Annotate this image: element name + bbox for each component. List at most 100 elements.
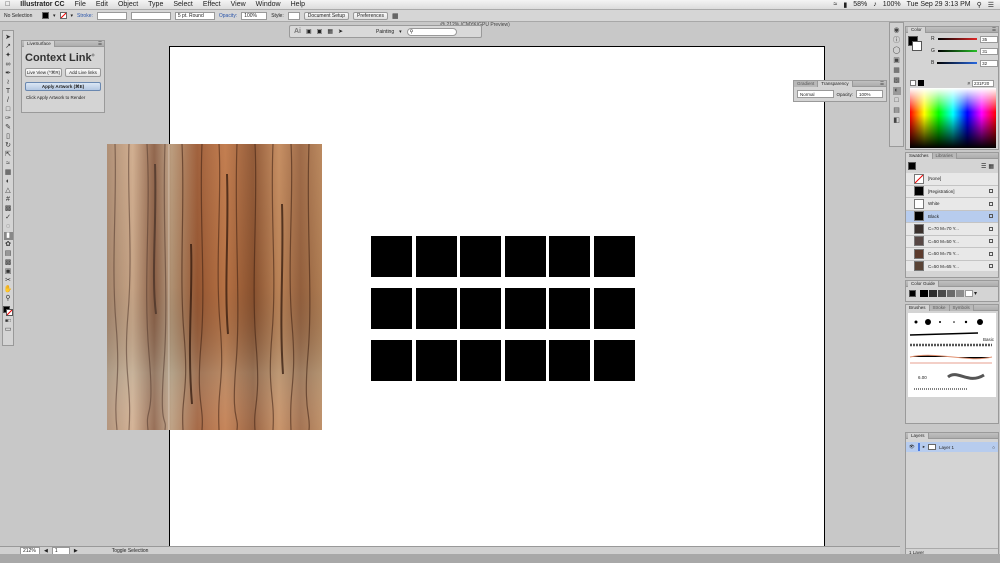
list-item[interactable]: C=50 M=75 Y... [906,248,998,261]
menu-object[interactable]: Object [113,1,143,8]
gradient-panel-icon[interactable]: ▩ [893,77,901,85]
apply-artwork-button[interactable]: Apply Artwork (⌘E) [25,82,101,91]
target-icon[interactable]: ○ [992,445,995,450]
grid-cell[interactable] [416,340,457,381]
free-transform-tool-icon[interactable]: ▦ [4,169,13,177]
stroke-swatch[interactable] [59,12,67,19]
tab-brushes[interactable]: Brushes [906,304,930,311]
live-view-button[interactable]: Live View (^⌘R) [25,68,62,77]
mesh-tool-icon[interactable]: # [4,196,13,204]
align-panel-icon[interactable]: ▤ [893,107,901,115]
grid-cell[interactable] [549,340,590,381]
battery-icon[interactable]: ▮ [843,1,847,9]
green-value[interactable]: 31 [980,47,998,55]
grid-cell[interactable] [505,340,546,381]
screen-mode-icon[interactable]: ▭ [4,326,13,334]
grid-cell[interactable] [505,288,546,329]
paintbrush-tool-icon[interactable]: ✑ [4,115,13,123]
workspace-switcher[interactable]: Painting [376,29,394,35]
menu-help[interactable]: Help [286,1,310,8]
list-item[interactable]: C=50 M=65 Y... [906,261,998,271]
wifi-icon[interactable]: ≈ [834,1,838,8]
layer-name[interactable]: Layer 1 [939,445,954,450]
grid-cell[interactable] [594,288,635,329]
blue-slider[interactable] [937,62,978,64]
list-item[interactable]: [Registration] [906,186,998,198]
chevron-down-icon[interactable]: ▾ [71,13,74,19]
tab-color[interactable]: Color [908,26,926,33]
datetime[interactable]: Tue Sep 29 3:13 PM [907,1,971,8]
grid-cell[interactable] [549,236,590,277]
scale-tool-icon[interactable]: ⇱ [4,151,13,159]
style-field[interactable] [287,11,300,20]
stock-icon[interactable]: ▣ [317,28,323,35]
symbol-sprayer-tool-icon[interactable]: ✿ [4,241,13,249]
eye-icon[interactable]: 👁 [909,444,915,450]
pathfinder-panel-icon[interactable]: ◧ [893,117,901,125]
lasso-tool-icon[interactable]: ∞ [4,61,13,69]
grid-cell[interactable] [594,236,635,277]
hand-tool-icon[interactable]: ✋ [4,286,13,294]
list-item[interactable]: [None] [906,173,998,186]
rectangle-tool-icon[interactable]: □ [4,106,13,114]
menu-view[interactable]: View [226,1,251,8]
search-icon[interactable]: ⚲ [977,1,982,9]
send-icon[interactable]: ➤ [338,28,343,35]
expand-arrow-icon[interactable]: ▸ [923,444,925,450]
tab-libraries[interactable]: Libraries [932,152,957,159]
harmony-swatch[interactable] [938,290,946,297]
blue-value[interactable]: 32 [980,59,998,67]
menu-file[interactable]: File [70,1,91,8]
red-slider[interactable] [937,38,978,40]
list-view-icon[interactable]: ☰ [981,163,986,170]
color-spectrum[interactable] [910,88,996,148]
arrange-documents-icon[interactable]: ▦ [327,28,333,35]
type-tool-icon[interactable]: T [4,88,13,96]
prev-artboard-icon[interactable]: ◀ [44,548,48,554]
pen-tool-icon[interactable]: ✒ [4,70,13,78]
document-setup-button[interactable]: Document Setup [303,11,349,20]
color-mode-icon[interactable]: ■□ [4,317,13,325]
tab-color-guide[interactable]: Color Guide [908,280,940,287]
stroke-weight-field[interactable] [96,11,127,20]
stroke-swatch[interactable] [912,41,922,51]
panel-menu-icon[interactable]: ☰ [98,41,102,47]
grid-cell[interactable] [549,288,590,329]
green-slider[interactable] [937,50,978,52]
harmony-swatch[interactable] [929,290,937,297]
fill-swatch[interactable] [42,12,49,19]
gradient-tool-icon[interactable]: ▩ [4,205,13,213]
arrange-documents-icon[interactable]: ▦ [392,12,399,20]
line-tool-icon[interactable]: / [4,97,13,105]
panel-menu-icon[interactable]: ☰ [992,27,996,33]
selection-tool-icon[interactable]: ➤ [4,34,13,42]
list-item[interactable]: C=50 M=50 Y... [906,236,998,248]
chevron-down-icon[interactable]: ▾ [53,13,56,19]
zoom-tool-icon[interactable]: ⚲ [4,295,13,303]
slice-tool-icon[interactable]: ✂ [4,277,13,285]
red-value[interactable]: 35 [980,35,998,43]
menu-window[interactable]: Window [251,1,286,8]
tab-symbols[interactable]: Symbols [949,304,974,311]
eyedropper-tool-icon[interactable]: ✓ [4,214,13,222]
add-live-links-button[interactable]: Add Live links [64,68,101,77]
fill-stroke-swatches[interactable] [3,306,13,316]
pencil-tool-icon[interactable]: ✎ [4,124,13,132]
graphic-styles-icon[interactable]: ▣ [893,57,901,65]
blend-mode-select[interactable]: Normal [797,90,834,98]
color-panel-icon[interactable]: ◉ [893,27,901,35]
grid-cell[interactable] [371,288,412,329]
tab-transparency[interactable]: Transparency [818,80,853,87]
tab-stroke[interactable]: Stroke [929,304,950,311]
live-paint-tool-icon[interactable]: ▮ [3,232,13,240]
opacity-field[interactable]: 100% [856,90,883,98]
rotate-tool-icon[interactable]: ↻ [4,142,13,150]
tab-gradient[interactable]: Gradient [794,80,819,87]
swatches-panel-icon[interactable]: ▦ [893,67,901,75]
menu-select[interactable]: Select [168,1,197,8]
preferences-button[interactable]: Preferences [352,11,388,20]
layer-row[interactable]: 👁 ▸ Layer 1 ○ [906,442,998,452]
grid-cell[interactable] [460,236,501,277]
next-artboard-icon[interactable]: ▶ [74,548,78,554]
transform-panel-icon[interactable]: □ [893,97,901,105]
